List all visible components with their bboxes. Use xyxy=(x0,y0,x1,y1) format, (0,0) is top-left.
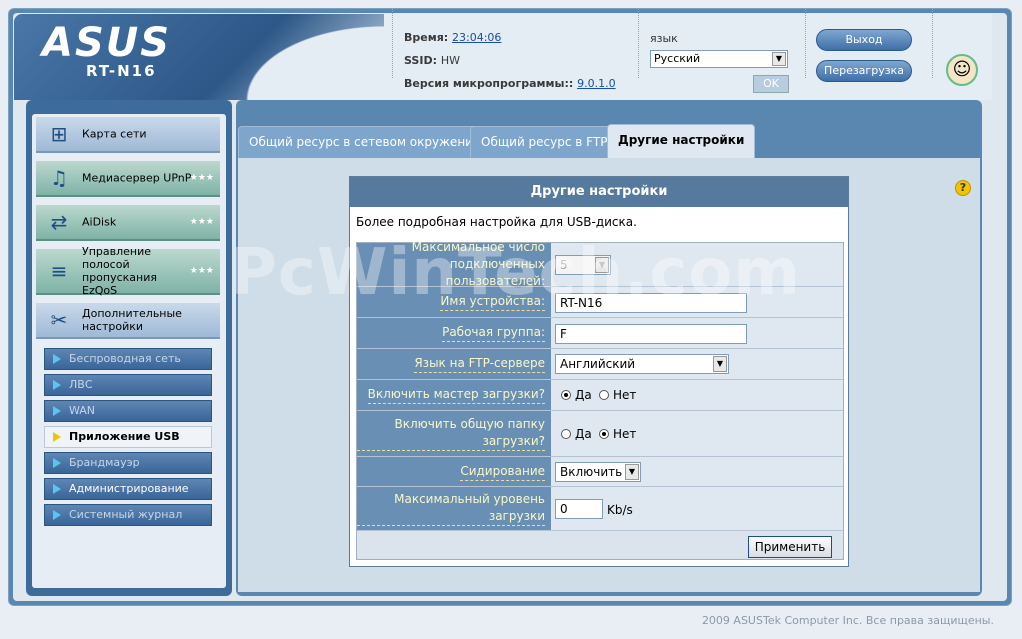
sidebar-item-upnp[interactable]: ♫ Медиасервер UPnP ★★★ xyxy=(36,161,220,197)
language-ok-button[interactable]: OK xyxy=(753,75,789,93)
network-map-icon: ⊞ xyxy=(50,122,68,146)
sub-item-wireless[interactable]: Беспроводная сеть xyxy=(44,348,212,370)
aidisk-icon: ⇄ xyxy=(50,210,68,234)
download-master-label: Включить мастер загрузки? xyxy=(357,380,551,410)
max-users-value: 5 xyxy=(560,258,568,272)
copyright-footer: 2009 ASUSTek Computer Inc. Все права защ… xyxy=(701,614,994,627)
sub-item-firewall[interactable]: Брандмауэр xyxy=(44,452,212,474)
sub-item-administration[interactable]: Администрирование xyxy=(44,478,212,500)
max-download-input[interactable]: 0 xyxy=(555,499,603,519)
row-seeding: Сидирование Включить ▼ xyxy=(357,457,843,487)
seeding-select[interactable]: Включить ▼ xyxy=(555,462,641,482)
firmware-line: Версия микропрограммы:: 9.0.1.0 xyxy=(404,77,616,90)
mascot-icon: ☺ xyxy=(946,54,978,86)
divider xyxy=(805,8,806,78)
sidebar-item-label: Карта сети xyxy=(82,127,147,141)
download-master-no-radio[interactable]: Нет xyxy=(599,388,636,402)
ssid-label: SSID: xyxy=(404,54,437,67)
row-workgroup: Рабочая группа: F xyxy=(357,318,843,349)
sub-item-system-log[interactable]: Системный журнал xyxy=(44,504,212,526)
max-users-select: 5 ▼ xyxy=(555,255,611,275)
chevron-down-icon: ▼ xyxy=(625,464,639,480)
panel-description: Более подробная настройка для USB-диска. xyxy=(356,215,637,229)
download-master-yes-radio[interactable]: Да xyxy=(561,388,592,402)
sidebar-item-label: Медиасервер UPnP xyxy=(82,171,192,185)
language-value: Русский xyxy=(654,52,701,65)
bandwidth-icon: ≡ xyxy=(50,259,68,283)
settings-form: Максимальное число подключенных пользова… xyxy=(356,240,844,560)
chevron-down-icon: ▼ xyxy=(713,356,727,372)
logout-button[interactable]: Выход xyxy=(816,29,912,51)
sidebar-item-aidisk[interactable]: ⇄ AiDisk ★★★ xyxy=(36,205,220,241)
max-download-label: Максимальный уровень загрузки xyxy=(357,487,551,530)
tab-network-share[interactable]: Общий ресурс в сетевом окружении xyxy=(238,126,492,158)
settings-panel: Другие настройки Более подробная настрой… xyxy=(349,176,849,567)
stars-icon: ★★★ xyxy=(189,217,214,227)
radio-unchecked-icon xyxy=(561,429,571,439)
sidebar-item-advanced[interactable]: ✂ Дополнительные настройки xyxy=(36,303,220,339)
sidebar-item-network-map[interactable]: ⊞ Карта сети xyxy=(36,117,220,153)
row-shared-folder: Включить общую папку загрузки? Да Нет xyxy=(357,411,843,457)
shared-folder-yes-radio[interactable]: Да xyxy=(561,427,592,441)
divider xyxy=(392,8,393,78)
row-max-users: Максимальное число подключенных пользова… xyxy=(357,240,843,291)
max-users-label: Максимальное число подключенных пользова… xyxy=(357,240,551,291)
tab-misc-settings[interactable]: Другие настройки xyxy=(607,124,756,158)
sub-item-wan[interactable]: WAN xyxy=(44,400,212,422)
row-ftp-language: Язык на FTP-сервере Английский ▼ xyxy=(357,349,843,380)
row-download-master: Включить мастер загрузки? Да Нет xyxy=(357,380,843,411)
radio-checked-icon xyxy=(599,429,609,439)
language-label: язык xyxy=(650,32,678,45)
radio-unchecked-icon xyxy=(599,390,609,400)
time-line: Время: 23:04:06 xyxy=(404,31,501,44)
stars-icon: ★★★ xyxy=(189,173,214,183)
sidebar-item-label: Дополнительные настройки xyxy=(82,307,182,333)
ssid-line: SSID: HW xyxy=(404,54,460,67)
sidebar-item-label: AiDisk xyxy=(82,215,117,229)
advanced-settings-icon: ✂ xyxy=(50,308,68,332)
media-server-icon: ♫ xyxy=(50,166,68,190)
brand-area: ASUS RT-N16 xyxy=(14,14,384,100)
shared-folder-no-radio[interactable]: Нет xyxy=(599,427,636,441)
device-name-label: Имя устройства: xyxy=(357,287,551,317)
ftp-language-value: Английский xyxy=(560,357,636,371)
time-link[interactable]: 23:04:06 xyxy=(452,31,501,44)
max-download-unit: Kb/s xyxy=(607,503,633,517)
time-label: Время: xyxy=(404,31,449,44)
device-name-input[interactable]: RT-N16 xyxy=(555,293,747,313)
row-max-download: Максимальный уровень загрузки 0 Kb/s xyxy=(357,487,843,531)
sidebar-item-label: Управление полосой пропускания EzQoS xyxy=(82,245,157,297)
row-device-name: Имя устройства: RT-N16 xyxy=(357,287,843,318)
reboot-button[interactable]: Перезагрузка xyxy=(816,60,912,82)
sidebar-item-ezqos[interactable]: ≡ Управление полосой пропускания EzQoS ★… xyxy=(36,245,220,297)
tab-ftp-share[interactable]: Общий ресурс в FTP xyxy=(470,126,619,158)
help-icon[interactable]: ? xyxy=(955,180,971,196)
stars-icon: ★★★ xyxy=(189,266,214,276)
language-select[interactable]: Русский ▼ xyxy=(650,50,788,68)
ftp-language-select[interactable]: Английский ▼ xyxy=(555,354,729,374)
apply-button[interactable]: Применить xyxy=(748,536,832,558)
seeding-value: Включить xyxy=(560,465,623,479)
model-name: RT-N16 xyxy=(86,62,157,80)
radio-checked-icon xyxy=(561,390,571,400)
panel-title: Другие настройки xyxy=(350,177,848,207)
ssid-value: HW xyxy=(440,54,460,67)
chevron-down-icon: ▼ xyxy=(772,52,786,66)
divider xyxy=(638,8,639,78)
firmware-link[interactable]: 9.0.1.0 xyxy=(577,77,615,90)
chevron-down-icon: ▼ xyxy=(595,257,609,273)
divider xyxy=(932,8,933,78)
sub-item-lan[interactable]: ЛВС xyxy=(44,374,212,396)
ftp-language-label: Язык на FTP-сервере xyxy=(357,349,551,379)
workgroup-label: Рабочая группа: xyxy=(357,318,551,348)
shared-folder-label: Включить общую папку загрузки? xyxy=(357,411,551,456)
workgroup-input[interactable]: F xyxy=(555,324,747,344)
firmware-label: Версия микропрограммы:: xyxy=(404,77,574,90)
seeding-label: Сидирование xyxy=(357,457,551,486)
sub-item-usb-application[interactable]: Приложение USB xyxy=(44,426,212,448)
asus-logo: ASUS xyxy=(42,20,172,66)
